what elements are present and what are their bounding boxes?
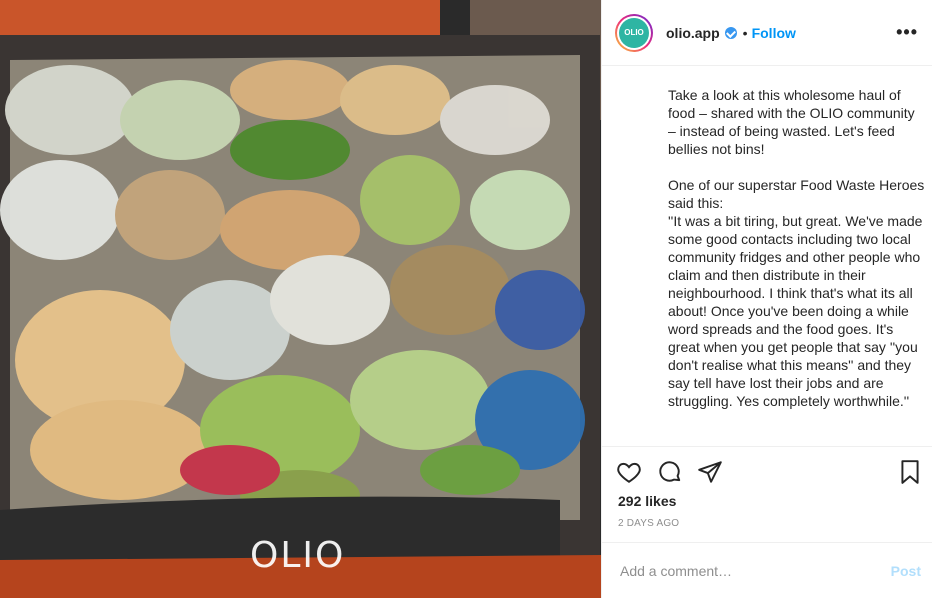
comment-icon[interactable] [657, 459, 683, 485]
avatar-logo: OLIO [619, 17, 649, 48]
post-caption: Take a look at this wholesome haul of fo… [668, 87, 925, 409]
post-photo[interactable]: OLIO [0, 0, 601, 598]
post-date[interactable]: 2 DAYS AGO [618, 518, 679, 529]
instagram-post: OLIO OLIO olio.app • Follow ••• Take a l… [0, 0, 932, 598]
share-icon[interactable] [697, 459, 723, 485]
comment-bar: Post [602, 542, 932, 598]
post-comment-button[interactable]: Post [891, 563, 921, 579]
post-actions [602, 446, 932, 499]
separator-dot: • [742, 24, 748, 41]
post-side-panel: OLIO olio.app • Follow ••• Take a look a… [601, 0, 932, 598]
bookmark-icon[interactable] [897, 459, 923, 485]
verified-badge-icon [724, 26, 737, 39]
likes-count[interactable]: 292 likes [618, 493, 676, 509]
action-bar [602, 447, 932, 499]
avatar-border: OLIO [617, 15, 651, 50]
avatar[interactable]: OLIO [615, 13, 653, 52]
heart-icon[interactable] [616, 459, 642, 485]
comment-input[interactable] [618, 561, 891, 580]
car-boot-food-photo [0, 0, 601, 598]
follow-button[interactable]: Follow [752, 25, 796, 41]
olio-watermark: OLIO [250, 535, 346, 576]
username-link[interactable]: olio.app [666, 25, 720, 41]
post-header: OLIO olio.app • Follow ••• [602, 0, 932, 66]
more-options-icon[interactable]: ••• [896, 22, 918, 43]
